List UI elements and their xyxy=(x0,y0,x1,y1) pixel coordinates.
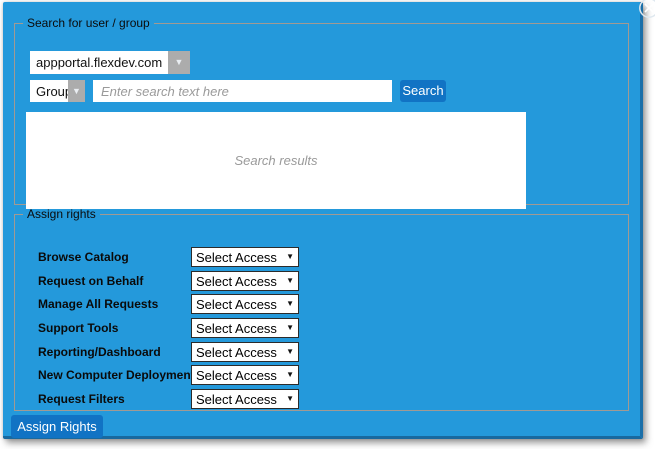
rights-row-request-filters: Request Filters Select Access ▼ xyxy=(15,389,628,409)
rights-row-request-on-behalf: Request on Behalf Select Access ▼ xyxy=(15,271,628,291)
access-select-request-on-behalf[interactable]: Select Access xyxy=(191,271,299,291)
rights-row-manage-all-requests: Manage All Requests Select Access ▼ xyxy=(15,294,628,314)
access-select-wrap: Select Access ▼ xyxy=(191,294,299,314)
search-type-dropdown-button[interactable]: ▼ xyxy=(68,80,85,102)
access-select-reporting-dashboard[interactable]: Select Access xyxy=(191,342,299,362)
access-select-wrap: Select Access ▼ xyxy=(191,271,299,291)
domain-dropdown[interactable]: appportal.flexdev.com ▼ xyxy=(30,51,190,74)
search-type-dropdown-value: Group xyxy=(30,80,68,102)
access-select-wrap: Select Access ▼ xyxy=(191,365,299,385)
access-select-wrap: Select Access ▼ xyxy=(191,318,299,338)
search-type-dropdown[interactable]: Group ▼ xyxy=(30,80,85,102)
access-select-wrap: Select Access ▼ xyxy=(191,389,299,409)
access-select-new-computer-deployment[interactable]: Select Access xyxy=(191,365,299,385)
rights-row-reporting-dashboard: Reporting/Dashboard Select Access ▼ xyxy=(15,342,628,362)
search-button[interactable]: Search xyxy=(400,80,446,102)
search-results-placeholder: Search results xyxy=(234,153,317,168)
close-icon[interactable] xyxy=(638,0,655,19)
search-results-panel[interactable]: Search results xyxy=(26,112,526,209)
search-group-box: Search for user / group appportal.flexde… xyxy=(14,16,629,205)
rights-label: Manage All Requests xyxy=(38,294,158,314)
access-select-request-filters[interactable]: Select Access xyxy=(191,389,299,409)
rights-label: Request on Behalf xyxy=(38,271,143,291)
domain-dropdown-value: appportal.flexdev.com xyxy=(30,51,168,74)
rights-label: Support Tools xyxy=(38,318,118,338)
search-group-legend: Search for user / group xyxy=(23,16,154,30)
rights-label: New Computer Deployment xyxy=(38,365,195,385)
access-select-wrap: Select Access ▼ xyxy=(191,342,299,362)
rights-label: Browse Catalog xyxy=(38,247,129,267)
assign-rights-dialog: Search for user / group appportal.flexde… xyxy=(3,2,643,439)
assign-rights-group-box: Assign rights Browse Catalog Select Acce… xyxy=(14,207,629,411)
rights-label: Reporting/Dashboard xyxy=(38,342,161,362)
assign-rights-legend: Assign rights xyxy=(23,207,100,221)
search-input[interactable] xyxy=(93,80,392,102)
chevron-down-icon: ▼ xyxy=(72,87,81,96)
rights-row-support-tools: Support Tools Select Access ▼ xyxy=(15,318,628,338)
rights-label: Request Filters xyxy=(38,389,125,409)
access-select-support-tools[interactable]: Select Access xyxy=(191,318,299,338)
domain-dropdown-button[interactable]: ▼ xyxy=(168,51,190,74)
assign-rights-button[interactable]: Assign Rights xyxy=(11,415,103,438)
access-select-browse-catalog[interactable]: Select Access xyxy=(191,247,299,267)
access-select-manage-all-requests[interactable]: Select Access xyxy=(191,294,299,314)
rights-row-browse-catalog: Browse Catalog Select Access ▼ xyxy=(15,247,628,267)
rights-row-new-computer-deployment: New Computer Deployment Select Access ▼ xyxy=(15,365,628,385)
chevron-down-icon: ▼ xyxy=(175,58,184,67)
access-select-wrap: Select Access ▼ xyxy=(191,247,299,267)
